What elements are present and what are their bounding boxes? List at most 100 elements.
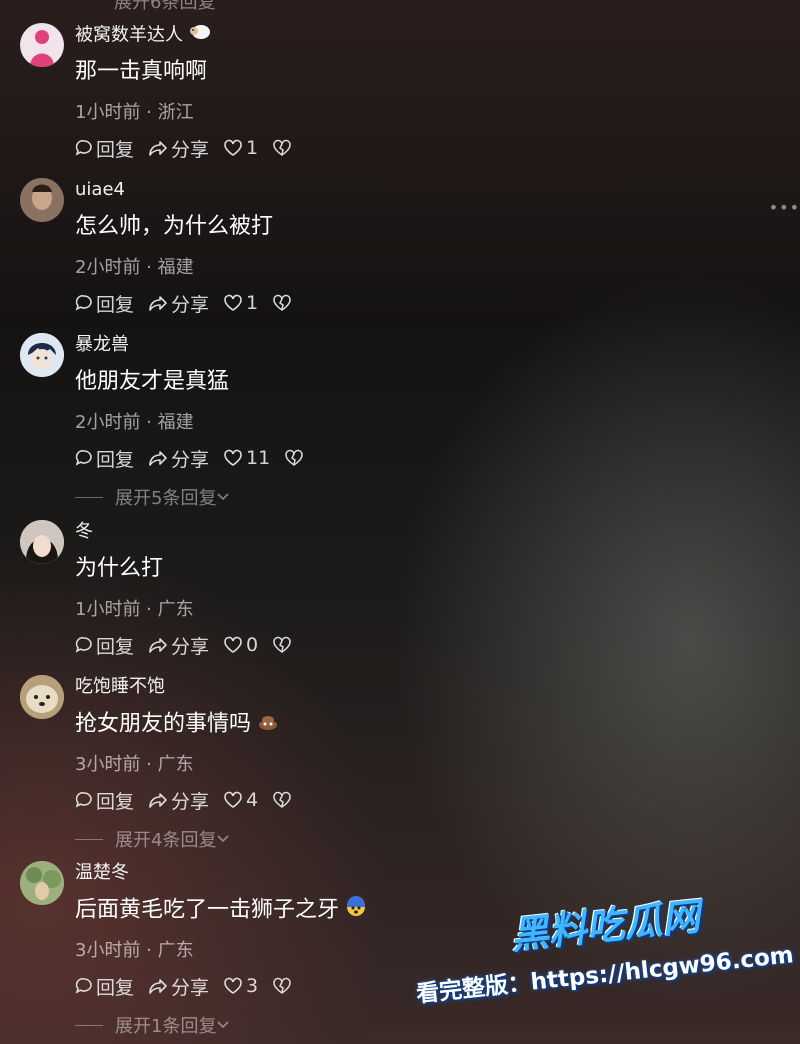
like-count: 11	[246, 447, 271, 469]
avatar[interactable]	[20, 178, 64, 222]
dislike-button[interactable]	[272, 139, 295, 157]
like-count: 1	[246, 292, 259, 314]
expand-replies-button[interactable]: 展开4条回复	[75, 826, 230, 852]
comment-actions: 回复 分享 4	[75, 787, 309, 813]
dislike-button[interactable]	[284, 449, 307, 467]
comment-location: 广东	[157, 754, 194, 775]
expand-replies-button[interactable]: 展开5条回复	[75, 484, 230, 510]
avatar[interactable]	[20, 675, 64, 719]
like-button[interactable]: 0	[223, 634, 258, 656]
share-icon	[149, 638, 167, 653]
comment-text: 怎么帅，为什么被打	[75, 214, 274, 239]
expand-label: 展开4条回复	[115, 830, 217, 851]
comment-time: 2小时前	[75, 257, 141, 278]
chevron-down-icon	[217, 493, 230, 501]
comment-time: 3小时前	[75, 940, 141, 961]
dislike-button[interactable]	[272, 977, 295, 995]
comment-actions: 回复 分享 1	[75, 290, 309, 316]
comment-time: 2小时前	[75, 412, 141, 433]
broken-heart-icon	[273, 791, 291, 808]
comment-location: 广东	[157, 940, 194, 961]
dislike-button[interactable]	[272, 636, 295, 654]
share-icon	[149, 296, 167, 311]
reply-button[interactable]: 回复	[75, 290, 134, 317]
comment-time: 3小时前	[75, 754, 141, 775]
username-text: 被窝数羊达人	[75, 24, 183, 46]
comment-username[interactable]: 温楚冬	[75, 861, 129, 885]
broken-heart-icon	[273, 977, 291, 994]
avatar[interactable]	[20, 520, 64, 564]
expand-replies-button[interactable]: 展开1条回复	[75, 1012, 230, 1038]
expand-label: 展开5条回复	[115, 488, 217, 509]
broken-heart-icon	[273, 636, 291, 653]
reply-icon	[75, 140, 92, 156]
like-count: 4	[246, 789, 259, 811]
comment-username[interactable]: 吃饱睡不饱	[75, 675, 165, 699]
comment-username[interactable]: 冬	[75, 520, 93, 544]
share-button[interactable]: 分享	[148, 632, 209, 659]
shocked-emoji-icon	[345, 895, 367, 926]
comment-location: 广东	[157, 599, 194, 620]
like-button[interactable]: 11	[223, 447, 270, 469]
chevron-down-icon	[217, 835, 230, 843]
like-button[interactable]: 3	[223, 975, 258, 997]
heart-icon	[224, 636, 242, 653]
reply-button[interactable]: 回复	[75, 135, 134, 162]
share-button[interactable]: 分享	[148, 787, 209, 814]
comment-username[interactable]: 暴龙兽	[75, 333, 129, 357]
share-icon	[149, 979, 167, 994]
share-label: 分享	[171, 138, 210, 161]
avatar[interactable]	[20, 861, 64, 905]
comment-username[interactable]: 被窝数羊达人	[75, 23, 211, 48]
divider	[75, 496, 103, 498]
comment-actions: 回复 分享 3	[75, 973, 309, 999]
comment-actions: 回复 分享 1	[75, 135, 309, 161]
expand-replies-top[interactable]: 展开6条回复	[114, 0, 215, 14]
share-label: 分享	[171, 635, 210, 658]
comment-actions: 回复 分享 11	[75, 445, 321, 471]
like-button[interactable]: 1	[223, 137, 258, 159]
reply-icon	[75, 792, 92, 808]
comment-text: 为什么打	[75, 556, 164, 581]
comment-username[interactable]: uiae4	[75, 178, 125, 202]
comment-text: 他朋友才是真猛	[75, 369, 230, 394]
reply-label: 回复	[96, 635, 135, 658]
reply-button[interactable]: 回复	[75, 445, 134, 472]
share-icon	[149, 793, 167, 808]
divider	[75, 838, 103, 840]
reply-button[interactable]: 回复	[75, 787, 134, 814]
reply-icon	[75, 450, 92, 466]
like-count: 3	[246, 975, 259, 997]
dislike-button[interactable]	[272, 791, 295, 809]
share-button[interactable]: 分享	[148, 445, 209, 472]
dislike-button[interactable]	[272, 294, 295, 312]
expand-label: 展开1条回复	[115, 1016, 217, 1037]
reply-label: 回复	[96, 293, 135, 316]
divider	[75, 1024, 103, 1026]
chevron-down-icon	[217, 1021, 230, 1029]
comment-meta: 3小时前 · 广东	[75, 940, 194, 961]
like-button[interactable]: 1	[223, 292, 258, 314]
share-label: 分享	[171, 790, 210, 813]
heart-icon	[224, 294, 242, 311]
reply-label: 回复	[96, 138, 135, 161]
comment-meta: 1小时前 · 广东	[75, 599, 194, 620]
share-button[interactable]: 分享	[148, 973, 209, 1000]
share-button[interactable]: 分享	[148, 135, 209, 162]
avatar[interactable]	[20, 333, 64, 377]
comment-time: 1小时前	[75, 102, 141, 123]
more-options-icon[interactable]: •••	[769, 198, 800, 217]
heart-icon	[224, 139, 242, 156]
like-button[interactable]: 4	[223, 789, 258, 811]
comment-text: 抢女朋友的事情吗	[75, 709, 279, 740]
heart-icon	[224, 791, 242, 808]
comment-text-content: 抢女朋友的事情吗	[75, 711, 252, 737]
share-icon	[149, 141, 167, 156]
comment-actions: 回复 分享 0	[75, 632, 309, 658]
reply-button[interactable]: 回复	[75, 973, 134, 1000]
avatar[interactable]	[20, 23, 64, 67]
heart-icon	[224, 449, 242, 466]
reply-icon	[75, 295, 92, 311]
reply-button[interactable]: 回复	[75, 632, 134, 659]
share-button[interactable]: 分享	[148, 290, 209, 317]
